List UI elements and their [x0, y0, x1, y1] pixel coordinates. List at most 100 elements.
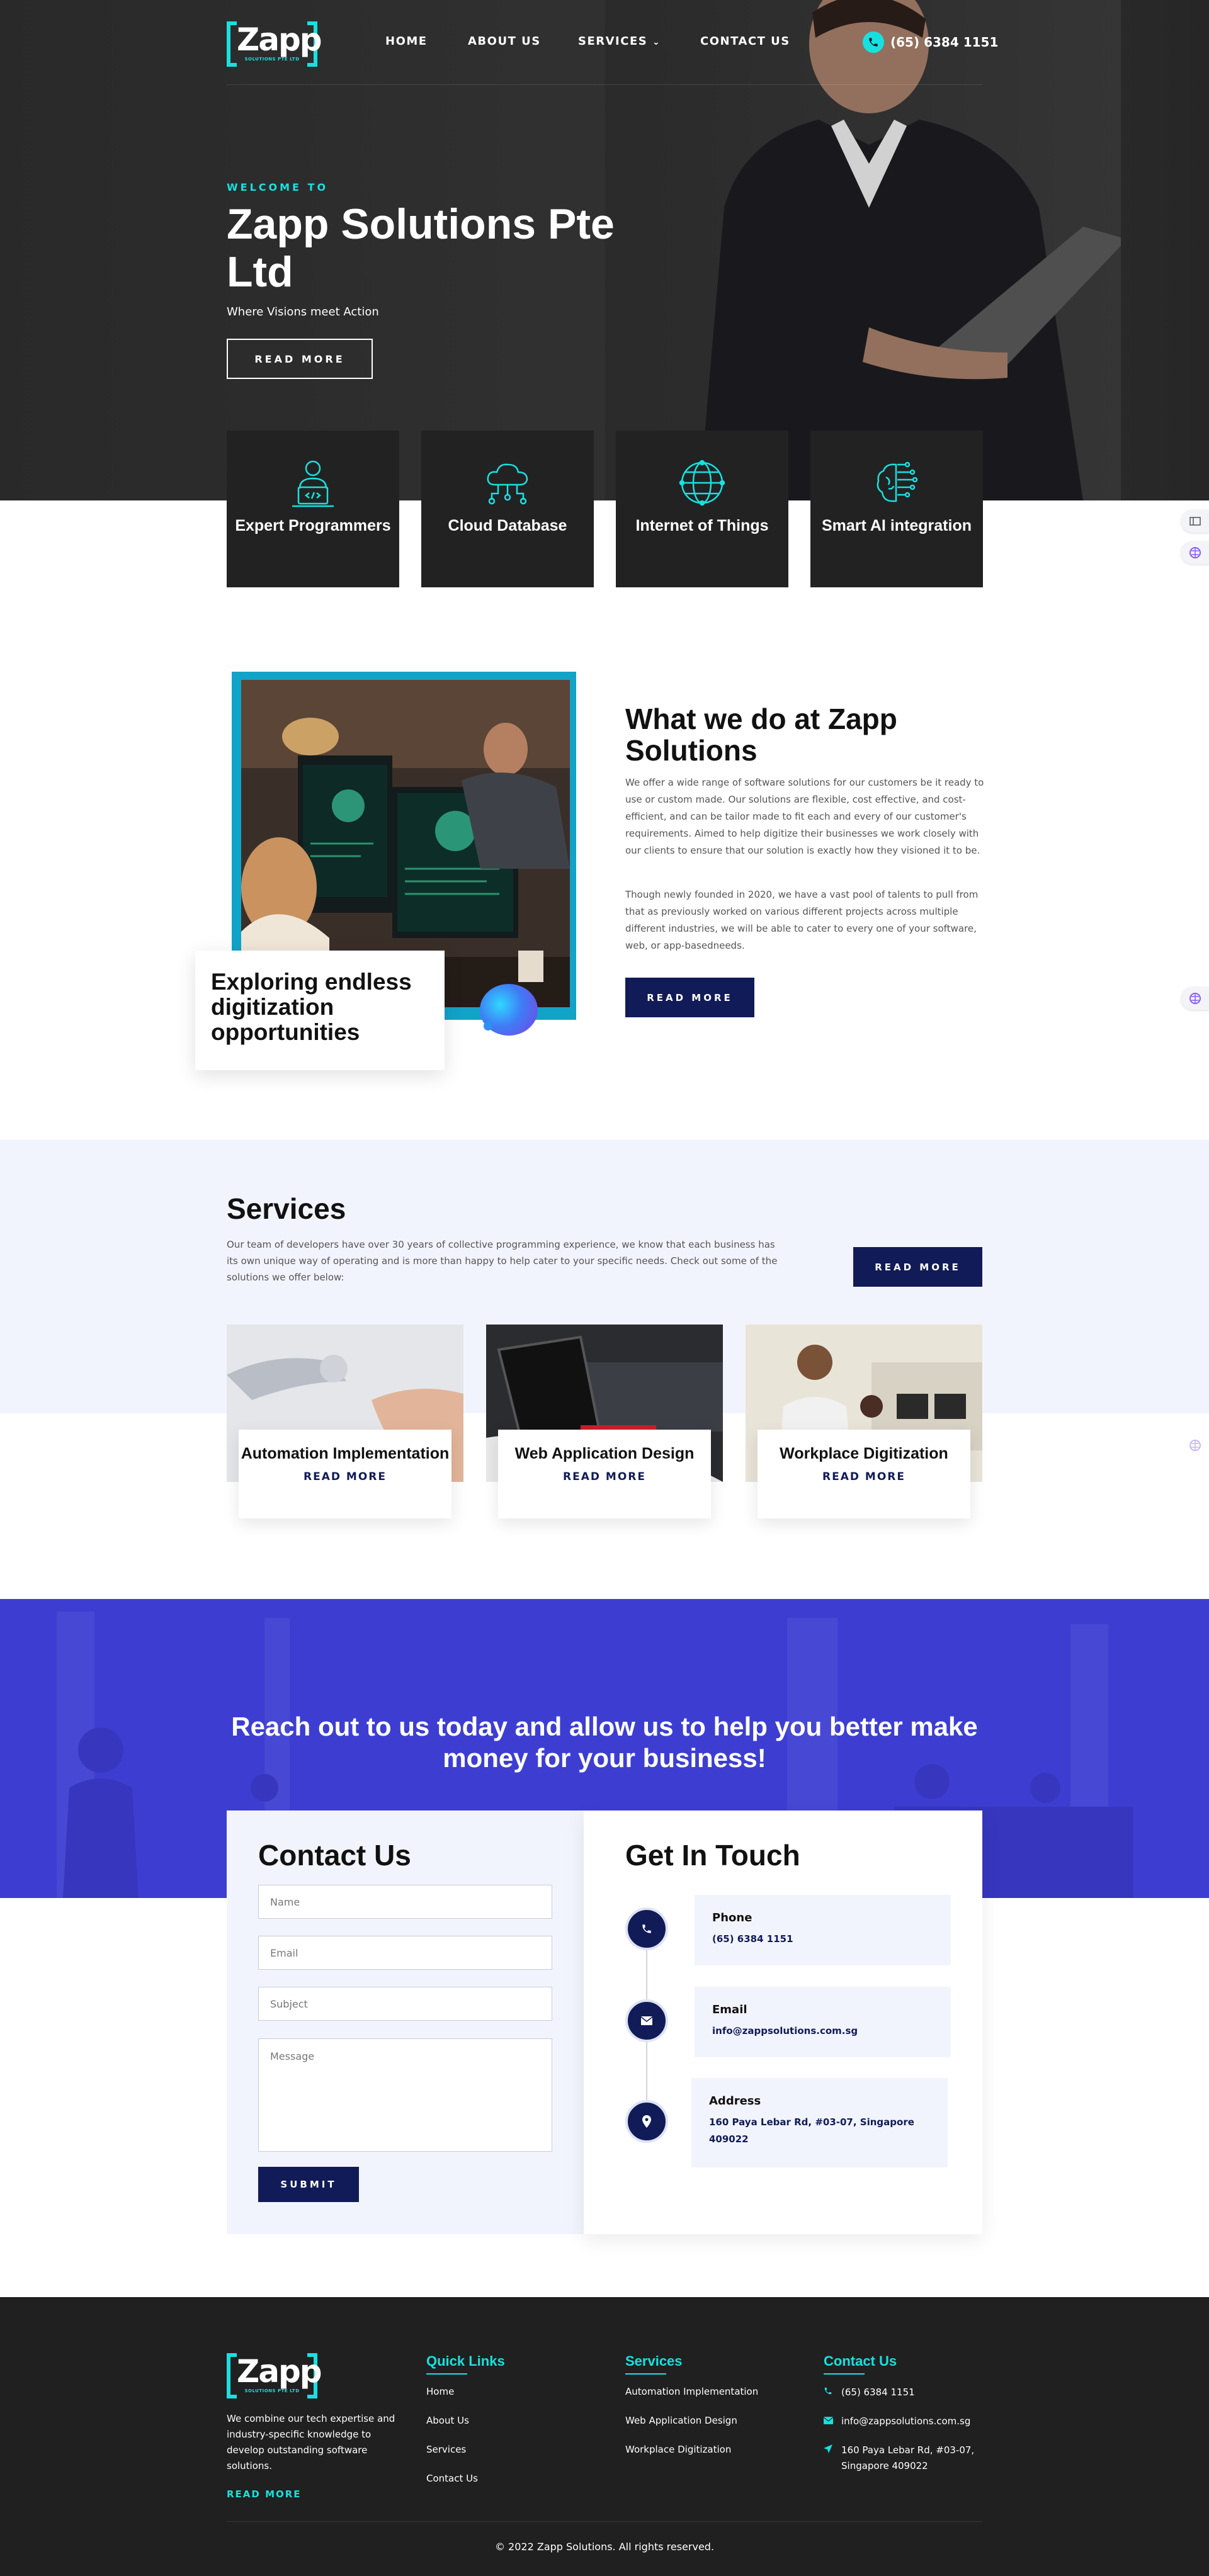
side-widget-ai[interactable]: [1181, 541, 1209, 564]
footer-logo-wordmark: Zapp: [237, 2353, 322, 2390]
header-phone-number: (65) 6384 1151: [890, 35, 999, 50]
service-card-title: Automation Implementation: [241, 1445, 450, 1462]
nav-services[interactable]: SERVICES ⌄: [578, 35, 661, 48]
touch-email-value: info@zappsolutions.com.sg: [712, 2025, 858, 2037]
footer-link-services[interactable]: Services: [426, 2444, 466, 2455]
about-title: What we do at Zapp Solutions: [625, 703, 897, 767]
message-field[interactable]: Message: [258, 2038, 552, 2152]
feature-card-expert-programmers[interactable]: Expert Programmers: [227, 431, 399, 587]
about-paragraph-1: We offer a wide range of software soluti…: [625, 777, 984, 856]
brain-icon: [1189, 993, 1201, 1004]
location-pin-icon: [625, 2100, 668, 2143]
footer-logo-tagline: SOLUTIONS PTE LTD: [244, 2388, 300, 2393]
feature-label: Internet of Things: [635, 517, 769, 534]
subject-placeholder: Subject: [270, 1997, 308, 2010]
footer-address-text: 160 Paya Lebar Rd, #03-07, Singapore 409…: [841, 2444, 975, 2471]
feature-card-smart-ai[interactable]: Smart AI integration: [810, 431, 983, 587]
touch-phone-value: (65) 6384 1151: [712, 1933, 793, 1945]
footer-email[interactable]: info@zappsolutions.com.sg: [823, 2414, 971, 2429]
footer-title-underline: [824, 2373, 865, 2375]
footer-read-more-link[interactable]: READ MORE: [227, 2488, 302, 2500]
footer-link-web-app[interactable]: Web Application Design: [625, 2415, 737, 2426]
footer-quick-links-title: Quick Links: [426, 2353, 505, 2369]
feature-card-internet-of-things[interactable]: Internet of Things: [616, 431, 788, 587]
nav-home[interactable]: HOME: [385, 35, 428, 48]
service-card-title: Web Application Design: [514, 1445, 695, 1462]
footer-phone-text: (65) 6384 1151: [841, 2387, 915, 2398]
footer-contact-title: Contact Us: [824, 2353, 897, 2369]
footer-description: We combine our tech expertise and indust…: [227, 2413, 395, 2471]
name-placeholder: Name: [270, 1895, 300, 1908]
cta-title: Reach out to us today and allow us to he…: [231, 1712, 978, 1773]
about-read-more-button[interactable]: READ MORE: [625, 978, 754, 1017]
service-card-automation[interactable]: Automation Implementation READ MORE: [239, 1430, 451, 1518]
about-paragraph-2: Though newly founded in 2020, we have a …: [625, 889, 979, 951]
footer-link-contact-us[interactable]: Contact Us: [426, 2473, 478, 2484]
phone-icon: [863, 31, 884, 53]
header-phone[interactable]: (65) 6384 1151: [863, 31, 998, 53]
about-highlight-card: Exploring endless digitization opportuni…: [195, 951, 445, 1070]
get-in-touch-title: Get In Touch: [625, 1839, 800, 1872]
touch-email-label: Email: [712, 2003, 747, 2016]
submit-button[interactable]: SUBMIT: [258, 2167, 359, 2202]
feature-label: Expert Programmers: [235, 517, 391, 534]
footer-email-text: info@zappsolutions.com.sg: [841, 2415, 971, 2427]
brain-icon: [1189, 547, 1201, 558]
touch-address-value: 160 Paya Lebar Rd, #03-07, Singapore 409…: [709, 2116, 914, 2145]
service-card-title: Workplace Digitization: [780, 1445, 948, 1462]
feature-card-cloud-database[interactable]: Cloud Database: [421, 431, 594, 587]
footer-link-workplace[interactable]: Workplace Digitization: [625, 2444, 731, 2455]
phone-icon: [824, 2385, 834, 2400]
touch-phone-box[interactable]: Phone (65) 6384 1151: [695, 1895, 951, 1965]
site-footer: [0, 2297, 1209, 2576]
touch-address-box[interactable]: Address 160 Paya Lebar Rd, #03-07, Singa…: [691, 2078, 948, 2167]
chevron-down-icon: ⌄: [652, 37, 661, 47]
service-card-web-app[interactable]: Web Application Design READ MORE: [498, 1430, 711, 1518]
hero-kicker: WELCOME TO: [227, 181, 329, 193]
iot-globe-icon: [679, 460, 725, 506]
touch-email-box[interactable]: Email info@zappsolutions.com.sg: [695, 1987, 951, 2057]
contact-form-title: Contact Us: [258, 1839, 411, 1872]
side-widget-ai-2[interactable]: [1181, 987, 1209, 1010]
email-field[interactable]: Email: [258, 1936, 552, 1970]
footer-link-automation[interactable]: Automation Implementation: [625, 2386, 758, 2397]
footer-title-underline: [625, 2373, 666, 2375]
hero-subtitle: Where Visions meet Action: [227, 305, 379, 319]
phone-icon: [625, 1907, 668, 1950]
services-description: Our team of developers have over 30 year…: [227, 1239, 778, 1283]
nav-about-us[interactable]: ABOUT US: [468, 35, 541, 48]
panel-icon: [1189, 517, 1201, 526]
subject-field[interactable]: Subject: [258, 1987, 552, 2021]
services-title: Services: [227, 1192, 346, 1225]
footer-link-home[interactable]: Home: [426, 2386, 454, 2397]
name-field[interactable]: Name: [258, 1885, 552, 1919]
service-card-workplace[interactable]: Workplace Digitization READ MORE: [758, 1430, 970, 1518]
service-card-read-more[interactable]: READ MORE: [758, 1471, 970, 1483]
services-read-more-button[interactable]: READ MORE: [853, 1247, 982, 1287]
email-placeholder: Email: [270, 1946, 298, 1959]
decorative-dot: [484, 1022, 492, 1031]
footer-logo[interactable]: Zapp SOLUTIONS PTE LTD: [227, 2353, 322, 2398]
footer-copyright: © 2022 Zapp Solutions. All rights reserv…: [494, 2541, 715, 2553]
footer-address: 160 Paya Lebar Rd, #03-07, Singapore 409…: [824, 2443, 981, 2474]
hero-read-more-button[interactable]: READ MORE: [227, 339, 373, 379]
hero-title: Zapp Solutions Pte Ltd: [227, 200, 615, 296]
side-widget-panel[interactable]: [1181, 510, 1209, 533]
touch-address-label: Address: [709, 2094, 761, 2108]
side-widget-ai-3[interactable]: [1181, 1434, 1209, 1457]
footer-phone[interactable]: (65) 6384 1151: [824, 2385, 915, 2400]
envelope-icon: [823, 2414, 834, 2429]
cloud-database-icon: [487, 463, 528, 505]
footer-title-underline: [426, 2373, 467, 2375]
ai-brain-icon: [877, 461, 918, 502]
feature-label: Cloud Database: [448, 517, 567, 534]
footer-link-about-us[interactable]: About Us: [426, 2415, 469, 2426]
programmer-icon: [292, 460, 334, 507]
nav-contact-us[interactable]: CONTACT US: [700, 35, 790, 48]
service-card-read-more[interactable]: READ MORE: [239, 1471, 451, 1483]
touch-phone-label: Phone: [712, 1911, 752, 1924]
message-placeholder: Message: [270, 2050, 315, 2062]
about-card-text: Exploring endless digitization opportuni…: [211, 969, 412, 1045]
location-arrow-icon: [824, 2443, 834, 2474]
service-card-read-more[interactable]: READ MORE: [498, 1471, 711, 1483]
